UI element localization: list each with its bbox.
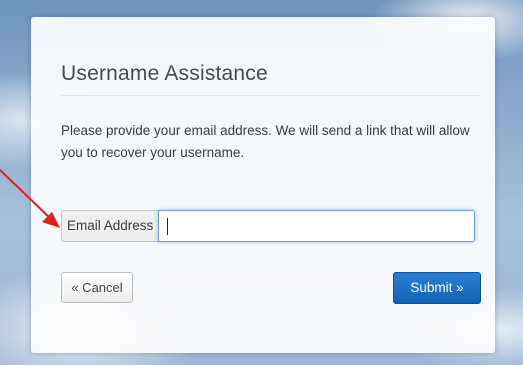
page-background: { "dialog": { "title": "Username Assista… [0,0,523,365]
red-arrow-annotation [0,169,60,228]
arrow-head [42,212,60,228]
arrow-shaft [0,169,53,221]
